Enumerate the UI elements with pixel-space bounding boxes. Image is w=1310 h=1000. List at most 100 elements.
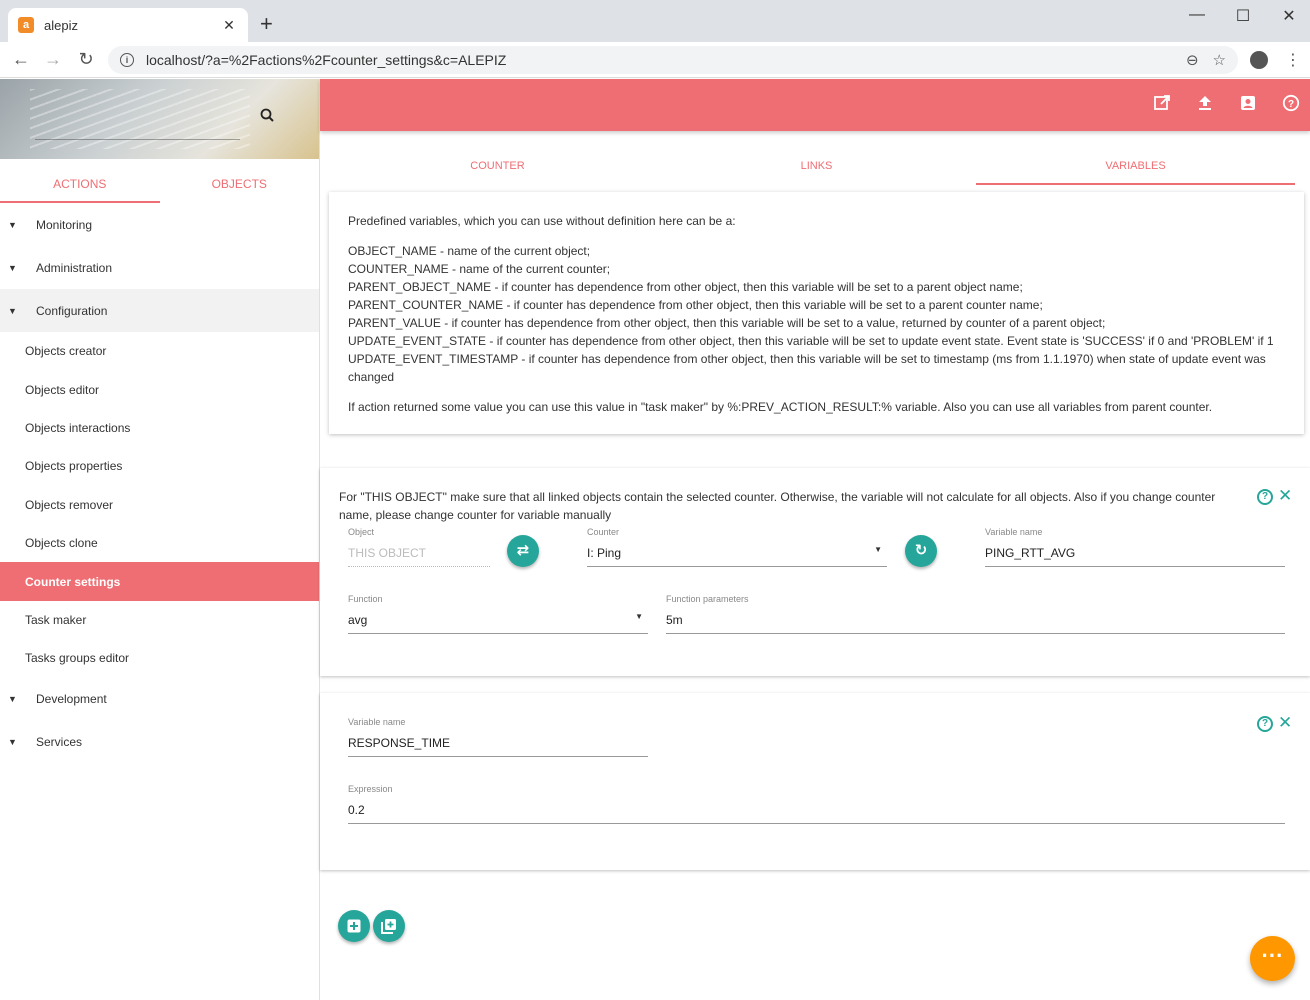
add-expression-button[interactable] [373, 910, 405, 942]
function-parameters-field[interactable]: Function parameters 5m [666, 594, 1285, 634]
favicon-icon: a [18, 17, 34, 33]
tab-actions[interactable]: ACTIONS [0, 159, 160, 203]
counter-select[interactable]: Counter I: Ping ▼ [587, 527, 887, 567]
object-field[interactable]: Object THIS OBJECT [348, 527, 490, 567]
zoom-icon[interactable]: ⊖ [1186, 51, 1199, 69]
predefined-variable: PARENT_VALUE - if counter has dependence… [348, 316, 1106, 330]
nav-group-monitoring[interactable]: ▼ Monitoring [0, 203, 319, 246]
object-label: Object [348, 527, 375, 537]
left-sidebar: ACTIONS OBJECTS ▼ Monitoring ▼ Administrat… [0, 79, 320, 1000]
refresh-counter-button[interactable]: ↻ [905, 535, 937, 567]
add-variable-button[interactable] [338, 910, 370, 942]
help-icon[interactable]: ? [1281, 94, 1301, 114]
predefined-variable: PARENT_COUNTER_NAME - if counter has dep… [348, 298, 1043, 312]
nav-item-tasks-groups-editor[interactable]: Tasks groups editor [0, 639, 319, 677]
variable-panel-expression: ? ✕ Variable name RESPONSE_TIME Expressi… [320, 693, 1310, 870]
variable-name-field[interactable]: Variable name PING_RTT_AVG [985, 527, 1285, 567]
tab-variables[interactable]: VARIABLES [976, 145, 1295, 185]
browser-tab[interactable]: a alepiz ✕ [8, 8, 248, 42]
forward-icon[interactable]: → [42, 49, 64, 70]
variable-name-input[interactable]: PING_RTT_AVG [985, 539, 1285, 567]
nav-group-administration[interactable]: ▼ Administration [0, 246, 319, 289]
tab-title: alepiz [44, 17, 78, 33]
tab-close-icon[interactable]: ✕ [220, 17, 238, 34]
header-decoration [30, 89, 250, 149]
main-tabs: COUNTER LINKS VARIABLES [338, 145, 1295, 185]
predefined-variable: OBJECT_NAME - name of the current object… [348, 244, 591, 258]
address-bar[interactable]: i localhost/?a=%2Factions%2Fcounter_sett… [108, 46, 1238, 74]
nav-item-objects-interactions[interactable]: Objects interactions [0, 409, 319, 447]
close-icon[interactable]: ✕ [1278, 487, 1292, 504]
this-object-note: For "THIS OBJECT" make sure that all lin… [339, 490, 1216, 522]
back-icon[interactable]: ← [10, 49, 32, 70]
more-actions-button[interactable]: ··· [1250, 936, 1295, 981]
nav-item-task-maker[interactable]: Task maker [0, 601, 319, 639]
nav-group-label: Configuration [36, 303, 108, 318]
browser-tabbar: a alepiz ✕ + — ☐ ✕ [0, 0, 1310, 42]
variable-name-input[interactable]: RESPONSE_TIME [348, 729, 648, 757]
nav-item-counter-settings[interactable]: Counter settings [0, 562, 319, 601]
expression-field[interactable]: Expression 0.2 [348, 784, 1285, 824]
open-in-new-window-icon[interactable] [1152, 94, 1172, 114]
account-box-icon[interactable] [1238, 94, 1258, 114]
tab-objects[interactable]: OBJECTS [160, 159, 320, 203]
maximize-icon[interactable]: ☐ [1220, 6, 1266, 26]
sidebar-header-image [0, 79, 319, 159]
predefined-variable: PARENT_OBJECT_NAME - if counter has depe… [348, 280, 1023, 294]
predefined-variables-list: OBJECT_NAME - name of the current object… [348, 242, 1285, 386]
expression-input[interactable]: 0.2 [348, 796, 1285, 824]
nav-group-services[interactable]: ▼ Services [0, 721, 319, 764]
variable-name-label: Variable name [348, 717, 406, 727]
search-icon[interactable] [259, 107, 277, 125]
reload-icon[interactable]: ↻ [75, 49, 97, 70]
upload-icon[interactable] [1195, 94, 1215, 114]
swap-object-button[interactable]: ⇄ [507, 535, 539, 567]
nav-item-objects-clone[interactable]: Objects clone [0, 524, 319, 562]
nav-item-objects-properties[interactable]: Objects properties [0, 447, 319, 485]
caret-down-icon: ▼ [8, 694, 17, 705]
predefined-variable: UPDATE_EVENT_TIMESTAMP - if counter has … [348, 352, 1266, 384]
nav-item-objects-remover[interactable]: Objects remover [0, 486, 319, 524]
new-tab-icon[interactable]: + [260, 13, 273, 35]
caret-down-icon: ▼ [8, 737, 17, 748]
nav-item-objects-creator[interactable]: Objects creator [0, 332, 319, 370]
caret-down-icon: ▼ [8, 262, 17, 273]
function-parameters-input[interactable]: 5m [666, 606, 1285, 634]
counter-value[interactable]: I: Ping [587, 539, 887, 567]
browser-toolbar: ← → ↻ i localhost/?a=%2Factions%2Fcounte… [0, 42, 1310, 78]
nav-group-label: Administration [36, 260, 113, 275]
help-icon[interactable]: ? [1257, 716, 1273, 732]
counter-label: Counter [587, 527, 620, 537]
site-info-icon[interactable]: i [120, 53, 134, 67]
function-value[interactable]: avg [348, 606, 648, 634]
url-text[interactable]: localhost/?a=%2Factions%2Fcounter_settin… [146, 52, 1172, 68]
variable-name-label: Variable name [985, 527, 1043, 537]
tab-links[interactable]: LINKS [657, 145, 976, 185]
nav-group-development[interactable]: ▼ Development [0, 678, 319, 721]
bookmark-star-icon[interactable]: ☆ [1213, 51, 1226, 69]
nav-group-configuration[interactable]: ▼ Configuration [0, 289, 319, 332]
function-select[interactable]: Function avg ▼ [348, 594, 648, 634]
nav-item-objects-editor[interactable]: Objects editor [0, 370, 319, 408]
browser-menu-icon[interactable]: ⋮ [1285, 50, 1301, 70]
close-icon[interactable]: ✕ [1278, 714, 1292, 731]
card-footer: If action returned some value you can us… [348, 400, 1213, 414]
sidebar-search-input[interactable] [35, 139, 240, 140]
caret-down-icon: ▼ [8, 219, 17, 230]
function-label: Function [348, 594, 383, 604]
minimize-icon[interactable]: — [1174, 6, 1220, 24]
nav-group-label: Monitoring [36, 217, 93, 232]
function-parameters-label: Function parameters [666, 594, 749, 604]
variable-panel-function: For "THIS OBJECT" make sure that all lin… [320, 468, 1310, 676]
window-close-icon[interactable]: ✕ [1266, 6, 1310, 26]
action-toolbar: ? [320, 79, 1310, 131]
variable-name-field[interactable]: Variable name RESPONSE_TIME [348, 717, 648, 757]
dropdown-arrow-icon: ▼ [874, 545, 882, 554]
object-input[interactable]: THIS OBJECT [348, 539, 490, 567]
help-icon[interactable]: ? [1257, 489, 1273, 505]
tab-counter[interactable]: COUNTER [338, 145, 657, 185]
sidebar-tabs: ACTIONS OBJECTS [0, 159, 319, 203]
nav-group-label: Development [36, 692, 107, 707]
svg-text:?: ? [1288, 99, 1294, 110]
profile-avatar-icon[interactable] [1250, 51, 1268, 69]
